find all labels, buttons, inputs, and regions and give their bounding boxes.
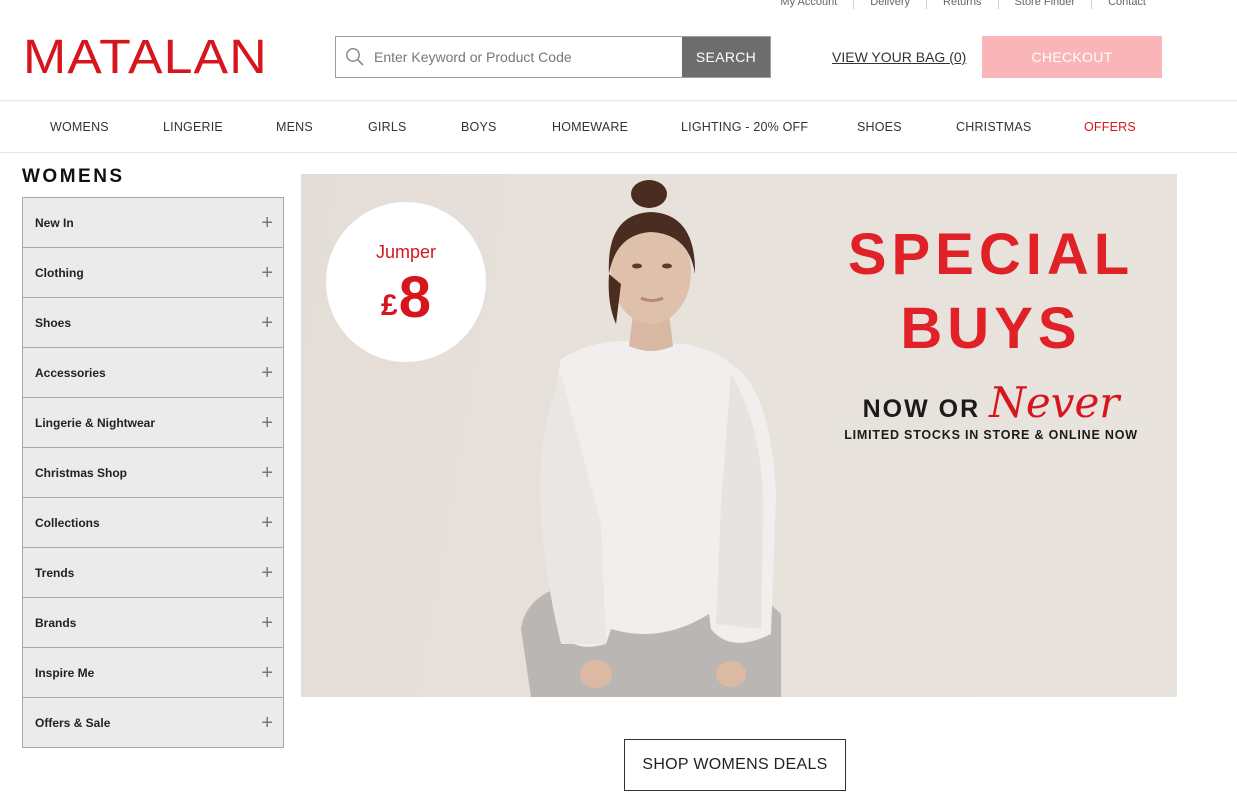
- search-input[interactable]: [374, 37, 682, 77]
- tagline-never: Never: [989, 378, 1120, 427]
- util-link-my-account[interactable]: My Account: [764, 0, 853, 9]
- nav-womens[interactable]: WOMENS: [50, 120, 109, 134]
- sidebar-item-label: Brands: [35, 615, 77, 630]
- sidebar-item-lingerie-nightwear[interactable]: Lingerie & Nightwear +: [23, 398, 283, 448]
- price-currency: £: [381, 289, 398, 322]
- nav-girls[interactable]: GIRLS: [368, 120, 407, 134]
- sidebar-item-shoes[interactable]: Shoes +: [23, 298, 283, 348]
- headline-buys: BUYS: [900, 296, 1082, 361]
- utility-links: My Account Delivery Returns Store Finder…: [764, 0, 1162, 9]
- promo-banner[interactable]: Jumper £8 SPECIAL BUYS NOW OR Never LIMI…: [301, 174, 1177, 697]
- expand-icon[interactable]: +: [261, 363, 273, 383]
- expand-icon[interactable]: +: [261, 413, 273, 433]
- search-button[interactable]: SEARCH: [682, 37, 770, 77]
- expand-icon[interactable]: +: [261, 313, 273, 333]
- nav-mens[interactable]: MENS: [276, 120, 313, 134]
- sidebar-item-inspire-me[interactable]: Inspire Me +: [23, 648, 283, 698]
- sidebar-item-label: Offers & Sale: [35, 715, 111, 730]
- nav-lighting[interactable]: LIGHTING - 20% OFF: [681, 120, 808, 134]
- sidebar-item-label: Lingerie & Nightwear: [35, 415, 156, 430]
- expand-icon[interactable]: +: [261, 263, 273, 283]
- banner-headline: SPECIAL BUYS: [841, 218, 1141, 366]
- nav-lingerie[interactable]: LINGERIE: [163, 120, 223, 134]
- expand-icon[interactable]: +: [261, 513, 273, 533]
- util-link-returns[interactable]: Returns: [926, 0, 998, 9]
- util-link-store-finder[interactable]: Store Finder: [997, 0, 1092, 9]
- price-badge: Jumper £8: [326, 202, 486, 362]
- expand-icon[interactable]: +: [261, 613, 273, 633]
- price-amount: 8: [398, 265, 431, 330]
- shop-womens-deals-button[interactable]: SHOP WOMENS DEALS: [624, 739, 846, 791]
- sidebar-title: WOMENS: [22, 166, 125, 187]
- sidebar-menu: New In + Clothing + Shoes + Accessories + Li…: [22, 197, 284, 748]
- expand-icon[interactable]: +: [261, 713, 273, 733]
- tagline-now-or: NOW OR: [862, 395, 981, 423]
- headline-special: SPECIAL: [847, 222, 1135, 287]
- expand-icon[interactable]: +: [261, 563, 273, 583]
- nav-christmas[interactable]: CHRISTMAS: [956, 120, 1031, 134]
- sidebar-item-christmas-shop[interactable]: Christmas Shop +: [23, 448, 283, 498]
- expand-icon[interactable]: +: [261, 213, 273, 233]
- checkout-button[interactable]: CHECKOUT: [982, 36, 1162, 78]
- sidebar-item-collections[interactable]: Collections +: [23, 498, 283, 548]
- sidebar-item-clothing[interactable]: Clothing +: [23, 248, 283, 298]
- view-bag-link[interactable]: VIEW YOUR BAG (0): [832, 49, 966, 65]
- nav-shoes[interactable]: SHOES: [857, 120, 902, 134]
- sidebar-item-label: Collections: [35, 515, 100, 530]
- nav-homeware[interactable]: HOMEWARE: [552, 120, 628, 134]
- expand-icon[interactable]: +: [261, 463, 273, 483]
- sidebar-item-trends[interactable]: Trends +: [23, 548, 283, 598]
- main-nav: WOMENS LINGERIE MENS GIRLS BOYS HOMEWARE…: [0, 100, 1237, 153]
- sidebar-item-label: Inspire Me: [35, 665, 95, 680]
- sidebar-item-label: Shoes: [35, 315, 72, 330]
- sidebar-item-label: Clothing: [35, 265, 84, 280]
- price-label: Jumper: [375, 242, 437, 262]
- banner-subline: LIMITED STOCKS IN STORE & ONLINE NOW: [844, 428, 1138, 442]
- sidebar-item-brands[interactable]: Brands +: [23, 598, 283, 648]
- sidebar-item-label: New In: [35, 215, 74, 230]
- expand-icon[interactable]: +: [261, 663, 273, 683]
- sidebar-item-new-in[interactable]: New In +: [23, 198, 283, 248]
- price-value: £8: [326, 266, 486, 338]
- sidebar-item-offers-sale[interactable]: Offers & Sale +: [23, 698, 283, 748]
- logo[interactable]: MATALAN: [23, 34, 268, 82]
- util-link-delivery[interactable]: Delivery: [853, 0, 926, 9]
- nav-offers[interactable]: OFFERS: [1084, 120, 1136, 134]
- util-link-contact[interactable]: Contact: [1091, 0, 1162, 9]
- sidebar-item-label: Accessories: [35, 365, 106, 380]
- search-icon: [336, 37, 374, 77]
- sidebar-item-label: Trends: [35, 565, 75, 580]
- nav-boys[interactable]: BOYS: [461, 120, 497, 134]
- search-bar: SEARCH: [335, 36, 771, 78]
- banner-tagline: NOW OR Never: [841, 378, 1141, 427]
- sidebar-item-label: Christmas Shop: [35, 465, 128, 480]
- sidebar-item-accessories[interactable]: Accessories +: [23, 348, 283, 398]
